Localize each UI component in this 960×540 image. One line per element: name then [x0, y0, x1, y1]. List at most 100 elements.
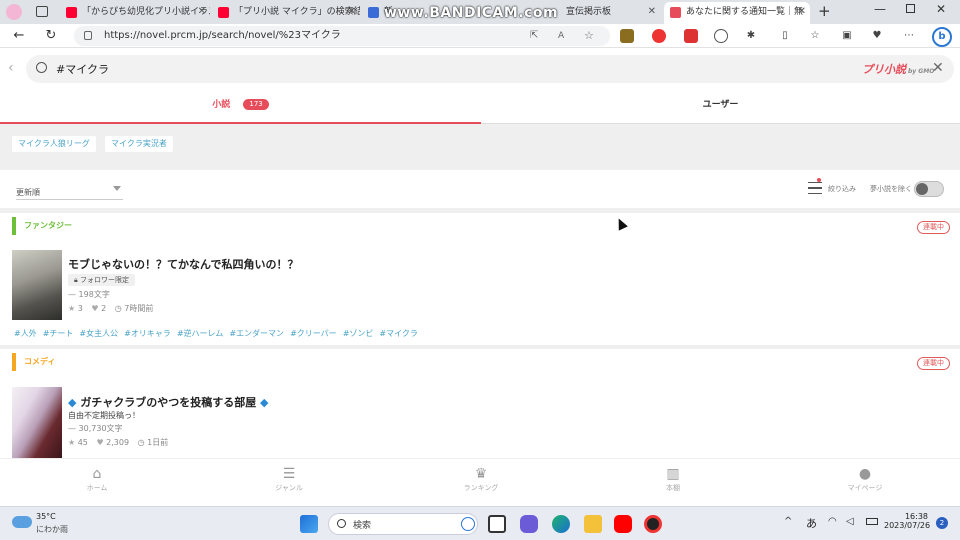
bandicam-icon[interactable] [644, 515, 662, 533]
heart-icon: ♥ [96, 438, 104, 447]
filter-icon[interactable] [808, 178, 822, 194]
related-tag-chip[interactable]: マイクラ実況者 [105, 136, 173, 152]
crown-icon: ♛ [474, 466, 488, 482]
task-view-icon[interactable] [488, 515, 506, 533]
hashtag-link[interactable]: #人外 [14, 329, 37, 338]
more-menu-icon[interactable]: ⋯ [902, 29, 916, 43]
chat-icon[interactable] [520, 515, 538, 533]
read-aloud-icon[interactable]: A [558, 26, 564, 46]
close-tab-icon[interactable]: ✕ [798, 2, 806, 22]
volume-icon[interactable]: ◁ [846, 516, 854, 527]
close-tab-icon[interactable]: ✕ [648, 2, 656, 22]
prcm-logo: プリ小説 by GMO [862, 63, 935, 76]
favorite-star-icon[interactable]: ☆ [584, 26, 594, 46]
exclude-dream-toggle[interactable] [914, 181, 944, 197]
refresh-button[interactable]: ↻ [42, 27, 60, 45]
search-input[interactable]: #マイクラ プリ小説 by GMO [26, 55, 954, 83]
extension-icon[interactable] [684, 29, 698, 43]
yahoo-icon [218, 7, 229, 18]
youtube-icon[interactable] [614, 515, 632, 533]
hashtag-link[interactable]: #エンダーマン [229, 329, 284, 338]
new-tab-button[interactable]: + [818, 2, 831, 20]
windows-start-icon[interactable] [300, 515, 318, 533]
related-tag-chip[interactable]: マイクラ人狼リーグ [12, 136, 96, 152]
yahoo-icon [66, 7, 77, 18]
novel-card[interactable]: ファンタジー 連載中 モブじゃないの！？てかなんで私四角いの！？ 🔒︎ フォロワ… [0, 213, 960, 345]
bandicam-watermark: www.BANDICAM.com [384, 5, 559, 21]
tab-users[interactable]: ユーザー [481, 90, 960, 120]
battery-icon[interactable] [866, 518, 878, 525]
file-explorer-icon[interactable] [584, 515, 602, 533]
ime-indicator[interactable]: あ [806, 515, 817, 531]
extension-icon[interactable]: ♥ [870, 29, 884, 43]
bing-copilot-icon[interactable]: b [932, 27, 952, 47]
collections-icon[interactable]: ▣ [840, 29, 854, 43]
hashtag-link[interactable]: #マイクラ [379, 329, 418, 338]
back-chevron-icon[interactable]: ‹ [8, 60, 14, 76]
hashtag-list: #人外 #チート #女主人公 #オリキャラ #逆ハーレム #エンダーマン #クリーパー #ゾン… [14, 328, 424, 339]
hashtag-link[interactable]: #逆ハーレム [177, 329, 224, 338]
lock-icon [84, 31, 92, 40]
clock-icon: ◷ [114, 304, 122, 313]
status-badge: 連載中 [917, 357, 950, 370]
favorites-icon[interactable]: ☆ [808, 29, 822, 43]
browser-tab-active[interactable]: あなたに関する通知一覧｜無 ✕ [664, 2, 810, 24]
extensions-puzzle-icon[interactable]: ✱ [744, 29, 758, 43]
hashtag-link[interactable]: #オリキャラ [124, 329, 171, 338]
extension-icon[interactable] [620, 29, 634, 43]
clear-search-icon[interactable]: ✕ [932, 60, 944, 76]
dropdown-arrow-icon [113, 186, 121, 191]
home-icon: ⌂ [92, 466, 102, 482]
hashtag-link[interactable]: #クリーパー [290, 329, 337, 338]
nav-home[interactable]: ⌂ ホーム [57, 465, 137, 493]
novel-card[interactable]: コメディ 連載中 ◆ ガチャクラブのやつを投稿する部屋 ◆ 自由不定期投稿っ！ … [0, 349, 960, 458]
taskbar-search-input[interactable]: 検索 [328, 513, 478, 535]
browser-tab[interactable]: 「からぴち幼児化プリ小説イラス ✕ [60, 2, 210, 24]
nav-genre[interactable]: ☰ ジャンル [249, 465, 329, 493]
nav-ranking[interactable]: ♛ ランキング [441, 465, 521, 493]
url-bar[interactable]: https://novel.prcm.jp/search/novel/%23マイ… [74, 26, 610, 46]
filter-label[interactable]: 絞り込み [828, 184, 856, 194]
clock-icon: ◷ [137, 438, 145, 447]
extension-icon[interactable] [652, 29, 666, 43]
result-tabs: 小説 173 ユーザー [0, 90, 960, 124]
novel-cover-image [12, 250, 62, 320]
tab-novels[interactable]: 小説 173 [0, 90, 481, 124]
browser-tab[interactable]: 「プリ小説 マイクラ」の検索結果 ✕ [212, 2, 360, 24]
search-query: #マイクラ [56, 63, 109, 76]
clock[interactable]: 16:38 2023/07/26 [884, 512, 930, 530]
diamond-icon: ◆ [260, 396, 269, 409]
tray-overflow-icon[interactable]: ^ [784, 516, 792, 527]
profile-icon[interactable] [6, 4, 22, 20]
nav-bookshelf[interactable]: ▥ 本棚 [633, 465, 713, 493]
hashtag-link[interactable]: #女主人公 [79, 329, 118, 338]
star-icon: ★ [68, 304, 76, 313]
status-badge: 連載中 [917, 221, 950, 234]
extension-icon[interactable] [714, 29, 728, 43]
novel-title[interactable]: モブじゃないの！？てかなんで私四角いの！？ [68, 256, 298, 272]
novel-stats: ★ 45 ♥ 2,309 ◷ 1日前 [68, 438, 169, 447]
tab-actions-icon[interactable] [36, 6, 48, 17]
wifi-icon[interactable]: ◠ [828, 516, 837, 527]
close-window-button[interactable]: ✕ [936, 2, 946, 16]
hashtag-link[interactable]: #ゾンビ [343, 329, 374, 338]
search-icon [337, 519, 346, 528]
heart-icon: ♥ [91, 304, 99, 313]
split-screen-icon[interactable]: ▯ [778, 29, 792, 43]
browser-tab-bar: 「からぴち幼児化プリ小説イラス ✕ 「プリ小説 マイクラ」の検索結果 ✕ 新 宣伝掲… [0, 0, 960, 24]
follower-only-badge: 🔒︎ フォロワー限定 [68, 274, 135, 286]
close-tab-icon[interactable]: ✕ [198, 2, 206, 22]
edge-icon[interactable] [552, 515, 570, 533]
minimize-button[interactable]: — [874, 2, 886, 16]
hashtag-link[interactable]: #チート [43, 329, 74, 338]
restore-button[interactable] [906, 4, 915, 13]
close-tab-icon[interactable]: ✕ [348, 2, 356, 22]
notification-badge[interactable]: 2 [936, 517, 948, 529]
novel-title[interactable]: ◆ ガチャクラブのやつを投稿する部屋 ◆ [68, 394, 269, 410]
open-app-icon[interactable]: ⇱ [530, 26, 538, 46]
nav-mypage[interactable]: ● マイページ [825, 465, 905, 493]
sort-select[interactable]: 更新順 [16, 180, 123, 200]
bottom-navigation: ⌂ ホーム ☰ ジャンル ♛ ランキング ▥ 本棚 ● マイページ [0, 458, 960, 506]
back-button[interactable]: ← [10, 27, 28, 45]
search-row: ‹ #マイクラ プリ小説 by GMO ✕ [0, 48, 960, 90]
